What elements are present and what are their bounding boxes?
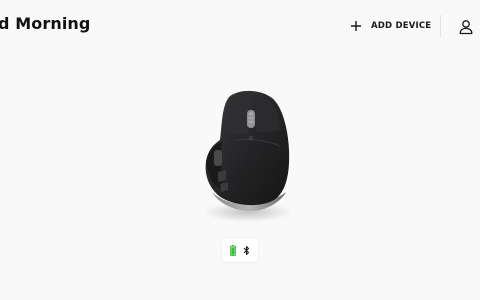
greeting-title: d Morning bbox=[0, 14, 91, 33]
add-device-label: ADD DEVICE bbox=[371, 21, 432, 31]
header-divider bbox=[440, 15, 441, 37]
device-status-badge bbox=[222, 238, 258, 262]
add-device-button[interactable]: ADD DEVICE bbox=[350, 18, 431, 34]
mouse-image[interactable] bbox=[190, 88, 300, 228]
battery-icon bbox=[230, 244, 236, 256]
user-icon[interactable] bbox=[458, 19, 474, 35]
plus-icon bbox=[351, 21, 361, 31]
bluetooth-icon bbox=[243, 245, 249, 255]
